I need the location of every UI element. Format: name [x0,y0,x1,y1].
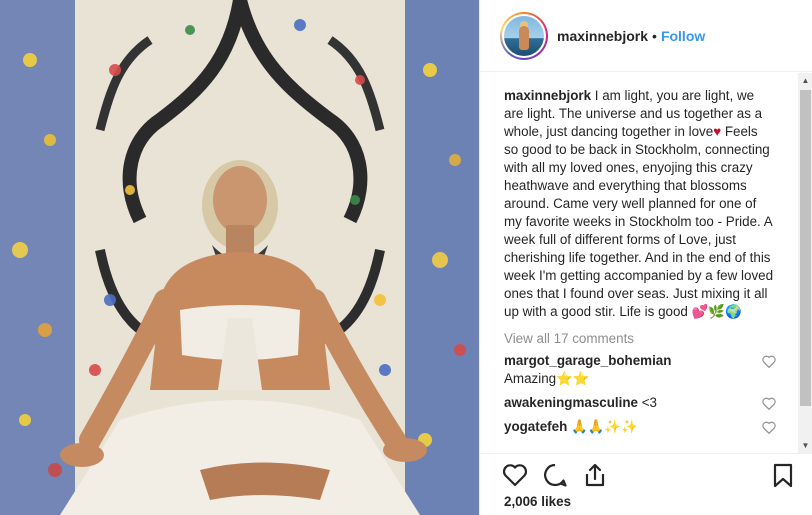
story-ring[interactable] [500,11,548,60]
caption-username[interactable]: maxinnebjork [504,88,591,103]
post-details-panel: maxinnebjork • Follow maxinnebjork I am … [479,0,812,515]
comment-row: margot_garage_bohemian Amazing⭐⭐ [504,352,776,388]
comment-row: awakeningmasculine <3 [504,394,776,412]
comment-text: 🙏🙏✨✨ [567,419,638,434]
comment-username[interactable]: margot_garage_bohemian [504,353,671,368]
header-separator: • [652,27,657,44]
comment-like-heart-icon[interactable] [762,421,776,434]
scrollbar-thumb[interactable] [800,90,811,406]
scroll-down-arrow-icon[interactable]: ▼ [798,438,812,453]
heart-outline-icon[interactable] [502,462,528,488]
comment-like-heart-icon[interactable] [762,355,776,368]
comment-username[interactable]: yogatefeh [504,419,567,434]
post-photo[interactable] [0,0,479,515]
follow-button[interactable]: Follow [661,28,705,44]
comments-scroll-area[interactable]: maxinnebjork I am light, you are light, … [480,73,798,453]
bookmark-icon[interactable] [770,462,796,488]
caption-text-2: Feels so good to be back in Stockholm, c… [504,124,774,319]
caption-emojis: 💕🌿🌍 [691,304,742,319]
view-all-comments-link[interactable]: View all 17 comments [504,331,798,346]
comments-scrollbar[interactable]: ▲ ▼ [798,73,812,453]
share-upload-icon[interactable] [582,462,608,488]
comment-text: <3 [637,395,657,410]
profile-avatar[interactable] [504,15,544,56]
comment-like-heart-icon[interactable] [762,397,776,410]
post-header: maxinnebjork • Follow [480,0,812,72]
scroll-up-arrow-icon[interactable]: ▲ [798,73,812,88]
red-heart-emoji: ♥ [713,124,722,139]
post-actions-bar [480,453,812,493]
comment-bubble-icon[interactable] [542,462,568,488]
post-caption: maxinnebjork I am light, you are light, … [504,87,774,321]
comment-username[interactable]: awakeningmasculine [504,395,638,410]
mosaic-photo-illustration [0,0,479,515]
comment-text: Amazing⭐⭐ [504,371,590,386]
likes-count[interactable]: 2,006 likes [504,494,571,509]
header-username[interactable]: maxinnebjork [557,28,648,44]
comment-row: yogatefeh 🙏🙏✨✨ [504,418,776,436]
